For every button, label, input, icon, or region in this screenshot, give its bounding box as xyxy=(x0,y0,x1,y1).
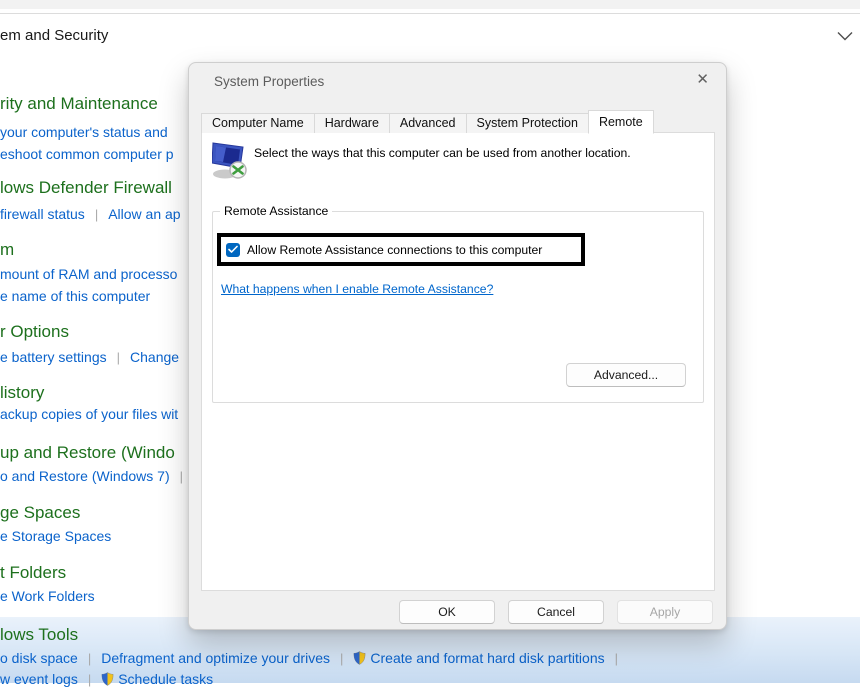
link-manage-storage-spaces[interactable]: e Storage Spaces xyxy=(0,528,111,544)
section-heading-security-maintenance[interactable]: rity and Maintenance xyxy=(0,94,158,114)
link-schedule-tasks[interactable]: Schedule tasks xyxy=(101,671,213,687)
tab-remote[interactable]: Remote xyxy=(587,110,654,134)
tab-computer-name[interactable]: Computer Name xyxy=(201,113,315,133)
section-heading-power-options[interactable]: r Options xyxy=(0,322,69,342)
section-heading-system[interactable]: m xyxy=(0,240,14,260)
link-separator: | xyxy=(87,671,92,687)
remote-desktop-icon xyxy=(212,142,247,179)
link-separator: | xyxy=(614,650,619,666)
link-allow-app[interactable]: Allow an ap xyxy=(108,206,180,222)
link-firewall-status[interactable]: firewall status xyxy=(0,206,85,222)
section-heading-windows-tools[interactable]: lows Tools xyxy=(0,625,78,645)
section-heading-storage-spaces[interactable]: ge Spaces xyxy=(0,503,80,523)
chevron-down-icon[interactable] xyxy=(837,31,853,41)
link-separator: | xyxy=(94,206,99,222)
remote-tab-panel: Select the ways that this computer can b… xyxy=(201,132,715,591)
link-backup-restore-win7[interactable]: o and Restore (Windows 7) xyxy=(0,468,170,484)
apply-button: Apply xyxy=(617,600,713,624)
section-row: e name of this computer xyxy=(0,288,150,304)
section-heading-backup-restore[interactable]: up and Restore (Windo xyxy=(0,443,175,463)
section-row: e Storage Spaces xyxy=(0,528,111,544)
link-view-event-logs[interactable]: w event logs xyxy=(0,671,78,687)
annotation-highlight-box: Allow Remote Assistance connections to t… xyxy=(217,233,585,266)
remote-assistance-help-link[interactable]: What happens when I enable Remote Assist… xyxy=(221,282,493,296)
link-backup-copies[interactable]: ackup copies of your files wit xyxy=(0,406,178,422)
link-separator: | xyxy=(340,650,344,666)
remote-assistance-group: Remote Assistance Allow Remote Assistanc… xyxy=(212,204,704,403)
dialog-title: System Properties xyxy=(214,74,325,89)
link-battery-settings[interactable]: e battery settings xyxy=(0,349,107,365)
allow-remote-assistance-checkbox[interactable] xyxy=(226,242,240,257)
allow-remote-assistance-label: Allow Remote Assistance connections to t… xyxy=(247,242,543,257)
window-top-strip xyxy=(0,0,860,9)
section-heading-file-history[interactable]: listory xyxy=(0,383,44,403)
tab-system-protection[interactable]: System Protection xyxy=(465,113,589,133)
link-create-partitions[interactable]: Create and format hard disk partitions xyxy=(353,650,605,666)
dialog-footer: OK Cancel Apply xyxy=(399,600,713,624)
link-separator: | xyxy=(179,468,184,484)
toolbar-divider xyxy=(0,13,860,14)
close-icon[interactable]: ✕ xyxy=(696,71,709,89)
link-computer-name[interactable]: e name of this computer xyxy=(0,288,150,304)
ok-button[interactable]: OK xyxy=(399,600,495,624)
section-row: o and Restore (Windows 7) | xyxy=(0,468,193,484)
uac-shield-icon xyxy=(101,672,114,686)
section-row: your computer's status and xyxy=(0,124,168,140)
tools-row-1: o disk space | Defragment and optimize y… xyxy=(0,650,628,666)
section-row: eshoot common computer p xyxy=(0,146,174,162)
section-heading-defender-firewall[interactable]: lows Defender Firewall xyxy=(0,178,172,198)
tab-hardware[interactable]: Hardware xyxy=(313,113,390,133)
remote-tab-description: Select the ways that this computer can b… xyxy=(254,146,631,160)
cancel-button[interactable]: Cancel xyxy=(508,600,604,624)
section-row: firewall status | Allow an ap xyxy=(0,206,181,222)
tab-advanced[interactable]: Advanced xyxy=(388,113,467,133)
link-change-power[interactable]: Change xyxy=(130,349,179,365)
link-separator: | xyxy=(116,349,121,365)
advanced-button[interactable]: Advanced... xyxy=(566,363,686,387)
link-separator: | xyxy=(87,650,92,666)
link-manage-work-folders[interactable]: e Work Folders xyxy=(0,588,95,604)
breadcrumb: em and Security xyxy=(0,27,109,44)
link-free-disk-space[interactable]: o disk space xyxy=(0,650,78,666)
uac-shield-icon xyxy=(354,651,366,665)
section-row: ackup copies of your files wit xyxy=(0,406,178,422)
section-row: e battery settings | Change xyxy=(0,349,179,365)
section-row: e Work Folders xyxy=(0,588,95,604)
link-review-status[interactable]: your computer's status and xyxy=(0,124,168,140)
link-troubleshoot[interactable]: eshoot common computer p xyxy=(0,146,174,162)
tools-row-2: w event logs | Schedule tasks xyxy=(0,671,213,687)
section-heading-work-folders[interactable]: t Folders xyxy=(0,563,66,583)
section-row: mount of RAM and processo xyxy=(0,266,177,282)
link-view-ram[interactable]: mount of RAM and processo xyxy=(0,266,177,282)
link-defragment[interactable]: Defragment and optimize your drives xyxy=(101,650,330,666)
remote-assistance-group-label: Remote Assistance xyxy=(220,204,333,218)
checkmark-icon xyxy=(228,245,238,253)
dialog-tab-strip: Computer Name Hardware Advanced System P… xyxy=(201,110,654,134)
system-properties-dialog: System Properties ✕ Computer Name Hardwa… xyxy=(188,62,727,630)
